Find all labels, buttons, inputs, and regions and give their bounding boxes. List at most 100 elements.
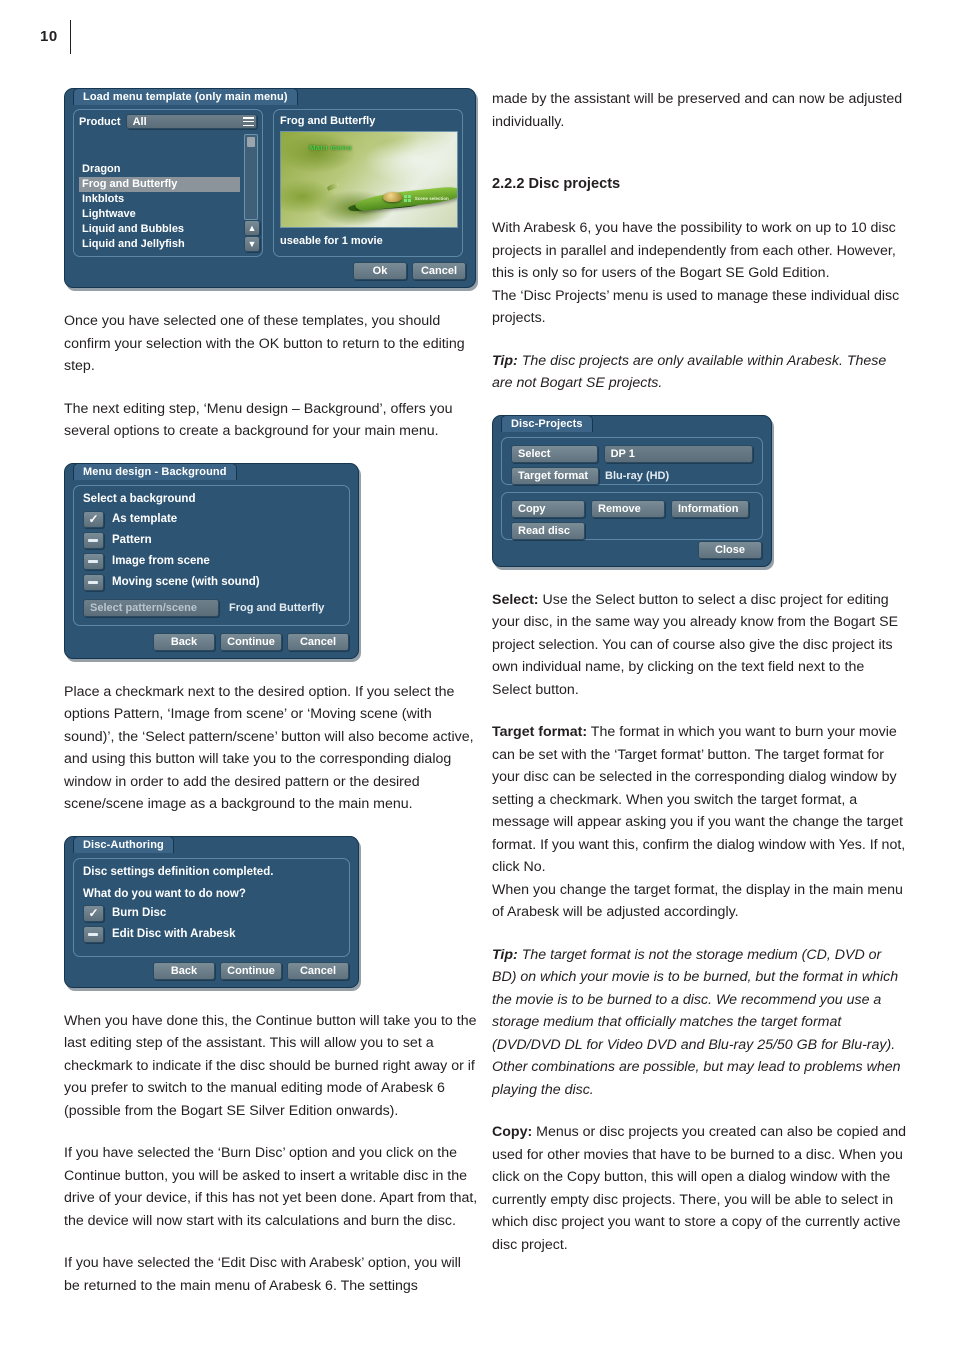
checkbox-unchecked-icon[interactable] (83, 573, 104, 591)
checkbox-unchecked-icon[interactable] (83, 925, 104, 943)
paragraph: If you have selected the ‘Edit Disc with… (64, 1255, 461, 1294)
select-project-row: Select DP 1 (511, 444, 753, 463)
paragraph: When you have done this, the Continue bu… (64, 1012, 477, 1119)
product-value[interactable]: All (125, 114, 257, 129)
menu-dots-graphic (404, 195, 412, 203)
read-disc-button[interactable]: Read disc (511, 521, 585, 540)
dialog-footer: Ok Cancel (353, 262, 466, 280)
preview-image: Main menu Scene selection (280, 131, 458, 228)
preview-title: Frog and Butterfly (280, 115, 376, 127)
term-label: Target format: (492, 724, 588, 740)
target-format-row: Target format Blu-ray (HD) (511, 466, 753, 485)
dialog-title: Menu design - Background (73, 462, 237, 480)
paragraph: made by the assistant will be preserved … (492, 91, 903, 130)
product-label: Product (79, 115, 121, 128)
back-button[interactable]: Back (153, 961, 215, 980)
paragraph: The next editing step, ‘Menu design – Ba… (64, 400, 453, 440)
term-text: The format in which you want to burn you… (492, 724, 906, 875)
preview-sub-text: Scene selection (414, 196, 449, 202)
list-item[interactable]: Inkblots (79, 192, 240, 207)
term-text: Menus or disc projects you created can a… (492, 1124, 907, 1253)
dialog-title: Load menu template (only main menu) (73, 88, 298, 105)
cancel-button[interactable]: Cancel (287, 632, 349, 651)
list-item[interactable]: Lightwave (79, 207, 240, 222)
term-text: Use the Select button to select a disc p… (492, 591, 899, 698)
tip-paragraph: Tip: The disc projects are only availabl… (492, 350, 907, 395)
dialog-menu-design-background: Menu design - Background Select a backgr… (64, 462, 359, 659)
authoring-options-panel: Disc settings definition completed. What… (73, 857, 350, 957)
continue-button[interactable]: Continue (220, 632, 282, 651)
list-scrollbar[interactable]: ▲ ▼ (244, 134, 260, 252)
remove-button[interactable]: Remove (591, 499, 665, 518)
actions-row-1: Copy Remove Information (511, 499, 753, 518)
list-item[interactable]: Liquid and Bubbles (79, 222, 240, 237)
option-row-image-from-scene[interactable]: Image from scene (83, 552, 340, 570)
back-button[interactable]: Back (153, 632, 215, 651)
cancel-button[interactable]: Cancel (412, 262, 466, 280)
panel-heading: Select a background (83, 492, 196, 505)
checkbox-checked-icon[interactable]: ✓ (83, 510, 104, 528)
select-pattern-row: Select pattern/scene Frog and Butterfly (83, 598, 340, 617)
paragraph: Once you have selected one of these temp… (64, 313, 465, 374)
dialog-footer: Close (698, 540, 762, 559)
project-actions-panel: Copy Remove Information Read disc (501, 491, 763, 540)
template-preview-panel: Frog and Butterfly Main menu Scene selec… (273, 109, 463, 257)
option-row-as-template[interactable]: ✓ As template (83, 510, 340, 528)
dialog-title: Disc-Projects (501, 414, 593, 432)
checkbox-checked-icon[interactable]: ✓ (83, 904, 104, 922)
chevron-up-icon[interactable]: ▲ (244, 220, 260, 236)
select-pattern-scene-button[interactable]: Select pattern/scene (83, 598, 219, 617)
term-label: Select: (492, 591, 539, 608)
tip-text: The disc projects are only available wit… (492, 352, 887, 392)
project-name-field[interactable]: DP 1 (603, 444, 753, 463)
option-row-pattern[interactable]: Pattern (83, 531, 340, 549)
hamburger-icon[interactable] (243, 117, 254, 126)
list-item[interactable]: Frog and Butterfly (79, 177, 240, 192)
information-button[interactable]: Information (671, 499, 749, 518)
list-item[interactable]: Dragon (79, 162, 240, 177)
scrollbar-track[interactable] (244, 134, 258, 220)
target-format-button[interactable]: Target format (511, 466, 599, 485)
status-message: Disc settings definition completed. (83, 865, 274, 878)
tip-text: The target format is not the storage med… (492, 946, 901, 1098)
dialog-footer: Back Continue Cancel (65, 632, 349, 651)
actions-row-2: Read disc (511, 521, 753, 540)
product-select[interactable]: All (125, 114, 257, 129)
scrollbar-thumb[interactable] (247, 137, 255, 147)
cancel-button[interactable]: Cancel (287, 961, 349, 980)
option-row-burn-disc[interactable]: ✓ Burn Disc (83, 904, 340, 922)
project-settings-panel: Select DP 1 Target format Blu-ray (HD) (501, 436, 763, 485)
ok-button[interactable]: Ok (353, 262, 407, 280)
list-item[interactable]: Liquid and Jellyfish (79, 237, 240, 252)
option-label: Burn Disc (112, 907, 167, 919)
tip-paragraph: Tip: The target format is not the storag… (492, 944, 907, 1102)
option-row-edit-disc[interactable]: Edit Disc with Arabesk (83, 925, 340, 943)
frog-graphic (383, 191, 403, 203)
checkbox-unchecked-icon[interactable] (83, 531, 104, 549)
paragraph: Copy: Menus or disc projects you created… (492, 1121, 907, 1256)
select-button[interactable]: Select (511, 444, 598, 463)
option-label: Pattern (112, 534, 152, 546)
header-divider (70, 20, 71, 54)
dialog-disc-projects: Disc-Projects Select DP 1 Target format … (492, 414, 772, 567)
copy-button[interactable]: Copy (511, 499, 585, 518)
section-heading: 2.2.2 Disc projects (492, 176, 621, 192)
chevron-down-icon[interactable]: ▼ (244, 236, 260, 252)
close-button[interactable]: Close (698, 540, 762, 559)
option-label: Moving scene (with sound) (112, 576, 260, 588)
right-column: made by the assistant will be preserved … (492, 88, 907, 1276)
continue-button[interactable]: Continue (220, 961, 282, 980)
dialog-title: Disc-Authoring (73, 835, 174, 853)
option-label: As template (112, 513, 178, 525)
dialog-footer: Back Continue Cancel (65, 961, 349, 980)
template-list[interactable]: Dragon Frog and Butterfly Inkblots Light… (79, 134, 240, 252)
target-format-value: Blu-ray (HD) (605, 469, 670, 482)
option-label: Edit Disc with Arabesk (112, 928, 236, 940)
checkbox-unchecked-icon[interactable] (83, 552, 104, 570)
option-row-moving-scene[interactable]: Moving scene (with sound) (83, 573, 340, 591)
paragraph: With Arabesk 6, you have the possibility… (492, 220, 896, 281)
selected-pattern-value: Frog and Butterfly (229, 601, 325, 614)
paragraph: If you have selected the ‘Burn Disc’ opt… (64, 1145, 478, 1229)
option-label: Image from scene (112, 555, 210, 567)
term-label: Copy: (492, 1124, 533, 1140)
